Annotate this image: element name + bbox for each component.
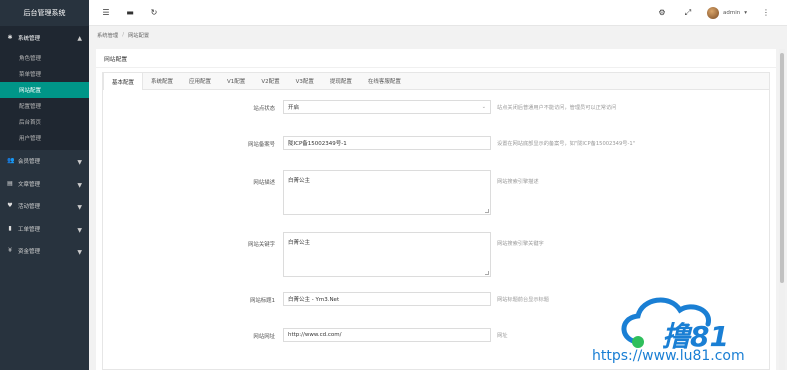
site-url-input[interactable]: http://www.cd.com/ — [283, 328, 491, 342]
gear-icon: ✱ — [7, 34, 13, 41]
resize-grip-icon[interactable] — [485, 209, 489, 213]
yen-icon: ¥ — [8, 247, 12, 255]
sidebar-item-admin-home[interactable]: 后台首页 — [0, 114, 89, 130]
description-value: 白菁公主 — [288, 178, 311, 184]
users-icon: 👥 — [7, 157, 15, 165]
nav-item-members[interactable]: 👥 会员管理 ▼ — [0, 150, 89, 173]
chevron-up-icon: ▲ — [77, 35, 82, 42]
site-status-label: 站点状态 — [253, 106, 275, 112]
scrollbar-thumb[interactable] — [780, 53, 784, 283]
sidebar-item-users[interactable]: 用户管理 — [0, 130, 89, 146]
site-status-value: 开启 — [288, 105, 300, 111]
keyboard-icon[interactable]: ▬ — [123, 6, 137, 20]
card-title: 网站配置 — [96, 49, 776, 68]
nav-item-funds[interactable]: ¥ 资金管理 ▼ — [0, 240, 89, 263]
keywords-hint: 网站搜索引擎关键字 — [497, 241, 544, 247]
chevron-down-icon: ▼ — [77, 181, 82, 189]
sidebar: 后台管理系统 ✱ 系统管理 ▲ 角色管理 菜单管理 网站配置 配置管理 后台首页… — [0, 0, 89, 370]
username: admin — [723, 9, 741, 16]
resize-grip-icon[interactable] — [485, 271, 489, 275]
nav-item-articles[interactable]: ▤ 文章管理 ▼ — [0, 173, 89, 196]
nav-item-label: 会员管理 — [18, 159, 41, 166]
nav-item-label: 工单管理 — [18, 226, 41, 233]
watermark-url: https://www.lu81.com — [592, 348, 745, 364]
chevron-down-icon: ▼ — [77, 204, 82, 211]
document-icon: ▮ — [8, 224, 12, 232]
chevron-down-icon: ▼ — [77, 226, 82, 234]
tab-v2[interactable]: V2配置 — [253, 73, 287, 89]
sidebar-item-menus[interactable]: 菜单管理 — [0, 66, 89, 82]
chevron-down-icon: ▼ — [77, 159, 82, 166]
nav-item-label: 活动管理 — [18, 204, 41, 211]
icp-input[interactable]: 陇ICP备15002349号-1 — [283, 136, 491, 150]
heart-icon: ♥ — [7, 202, 13, 210]
keywords-value: 白菁公主 — [288, 240, 311, 246]
caret-down-icon: ▾ — [744, 9, 747, 16]
chevron-down-icon: ⌄ — [481, 104, 486, 110]
tab-app[interactable]: 应用配置 — [181, 73, 219, 89]
breadcrumb-item[interactable]: 系统管理 — [97, 31, 118, 39]
user-menu[interactable]: admin ▾ — [707, 6, 747, 19]
site-status-select[interactable]: 开启 ⌄ — [283, 100, 491, 114]
tab-system[interactable]: 系统配置 — [143, 73, 181, 89]
fullscreen-icon[interactable]: ⤢ — [681, 6, 695, 20]
icp-label: 网站备案号 — [248, 142, 275, 148]
nav-item-tickets[interactable]: ▮ 工单管理 ▼ — [0, 218, 89, 241]
refresh-icon[interactable]: ↻ — [147, 6, 161, 20]
avatar — [707, 6, 719, 19]
chevron-down-icon: ▼ — [77, 249, 82, 256]
tab-v1[interactable]: V1配置 — [219, 73, 253, 89]
site-title-hint: 网站标题前台显示标题 — [497, 297, 549, 303]
tab-online-service[interactable]: 在线客服配置 — [360, 73, 409, 89]
tab-v3[interactable]: V3配置 — [288, 73, 322, 89]
site-status-hint: 站点关闭后普通用户不能访问，管理员可以正常访问 — [497, 105, 617, 111]
tab-basic[interactable]: 基本配置 — [103, 73, 144, 90]
theme-icon[interactable]: ⚙ — [655, 6, 669, 20]
site-url-hint: 网址 — [497, 333, 508, 339]
site-title-label: 网站标题1 — [250, 298, 275, 304]
top-header: ☰ ▬ ↻ ⚙ ⤢ admin ▾ ⋮ — [89, 0, 787, 26]
description-hint: 网站搜索引擎描述 — [497, 179, 539, 185]
nav-item-activities[interactable]: ♥ 活动管理 ▼ — [0, 195, 89, 218]
site-title-input[interactable]: 白菁公主 - Ym3.Net — [283, 292, 491, 306]
site-url-label: 网站网址 — [253, 334, 275, 340]
keywords-label: 网站关键字 — [248, 242, 275, 248]
book-icon: ▤ — [7, 179, 13, 187]
nav-group-system: ✱ 系统管理 ▲ 角色管理 菜单管理 网站配置 配置管理 后台首页 用户管理 — [0, 26, 89, 150]
icp-hint: 设置在网站底部显示的备案号，如"陇ICP备15002349号-1" — [497, 141, 636, 147]
sidebar-item-site-config[interactable]: 网站配置 — [0, 82, 89, 98]
tab-bar: 基本配置 系统配置 应用配置 V1配置 V2配置 V3配置 提现配置 在线客服配… — [103, 73, 769, 90]
nav-item-label: 文章管理 — [18, 181, 41, 188]
description-textarea[interactable]: 白菁公主 — [283, 170, 491, 215]
breadcrumb-item-current: 网站配置 — [128, 32, 150, 39]
sidebar-item-roles[interactable]: 角色管理 — [0, 50, 89, 66]
breadcrumb: 系统管理 / 网站配置 — [89, 26, 787, 43]
app-title: 后台管理系统 — [23, 9, 66, 17]
breadcrumb-separator: / — [122, 31, 124, 38]
nav-item-label: 资金管理 — [18, 249, 41, 256]
tab-withdraw[interactable]: 提现配置 — [322, 73, 360, 89]
nav-item-label: 系统管理 — [18, 36, 41, 42]
description-label: 网站描述 — [253, 180, 275, 186]
keywords-textarea[interactable]: 白菁公主 — [283, 232, 491, 277]
more-icon[interactable]: ⋮ — [759, 6, 773, 20]
sidebar-item-config-manage[interactable]: 配置管理 — [0, 98, 89, 114]
menu-toggle-icon[interactable]: ☰ — [99, 6, 113, 20]
nav-item-system[interactable]: ✱ 系统管理 ▲ — [0, 26, 89, 50]
